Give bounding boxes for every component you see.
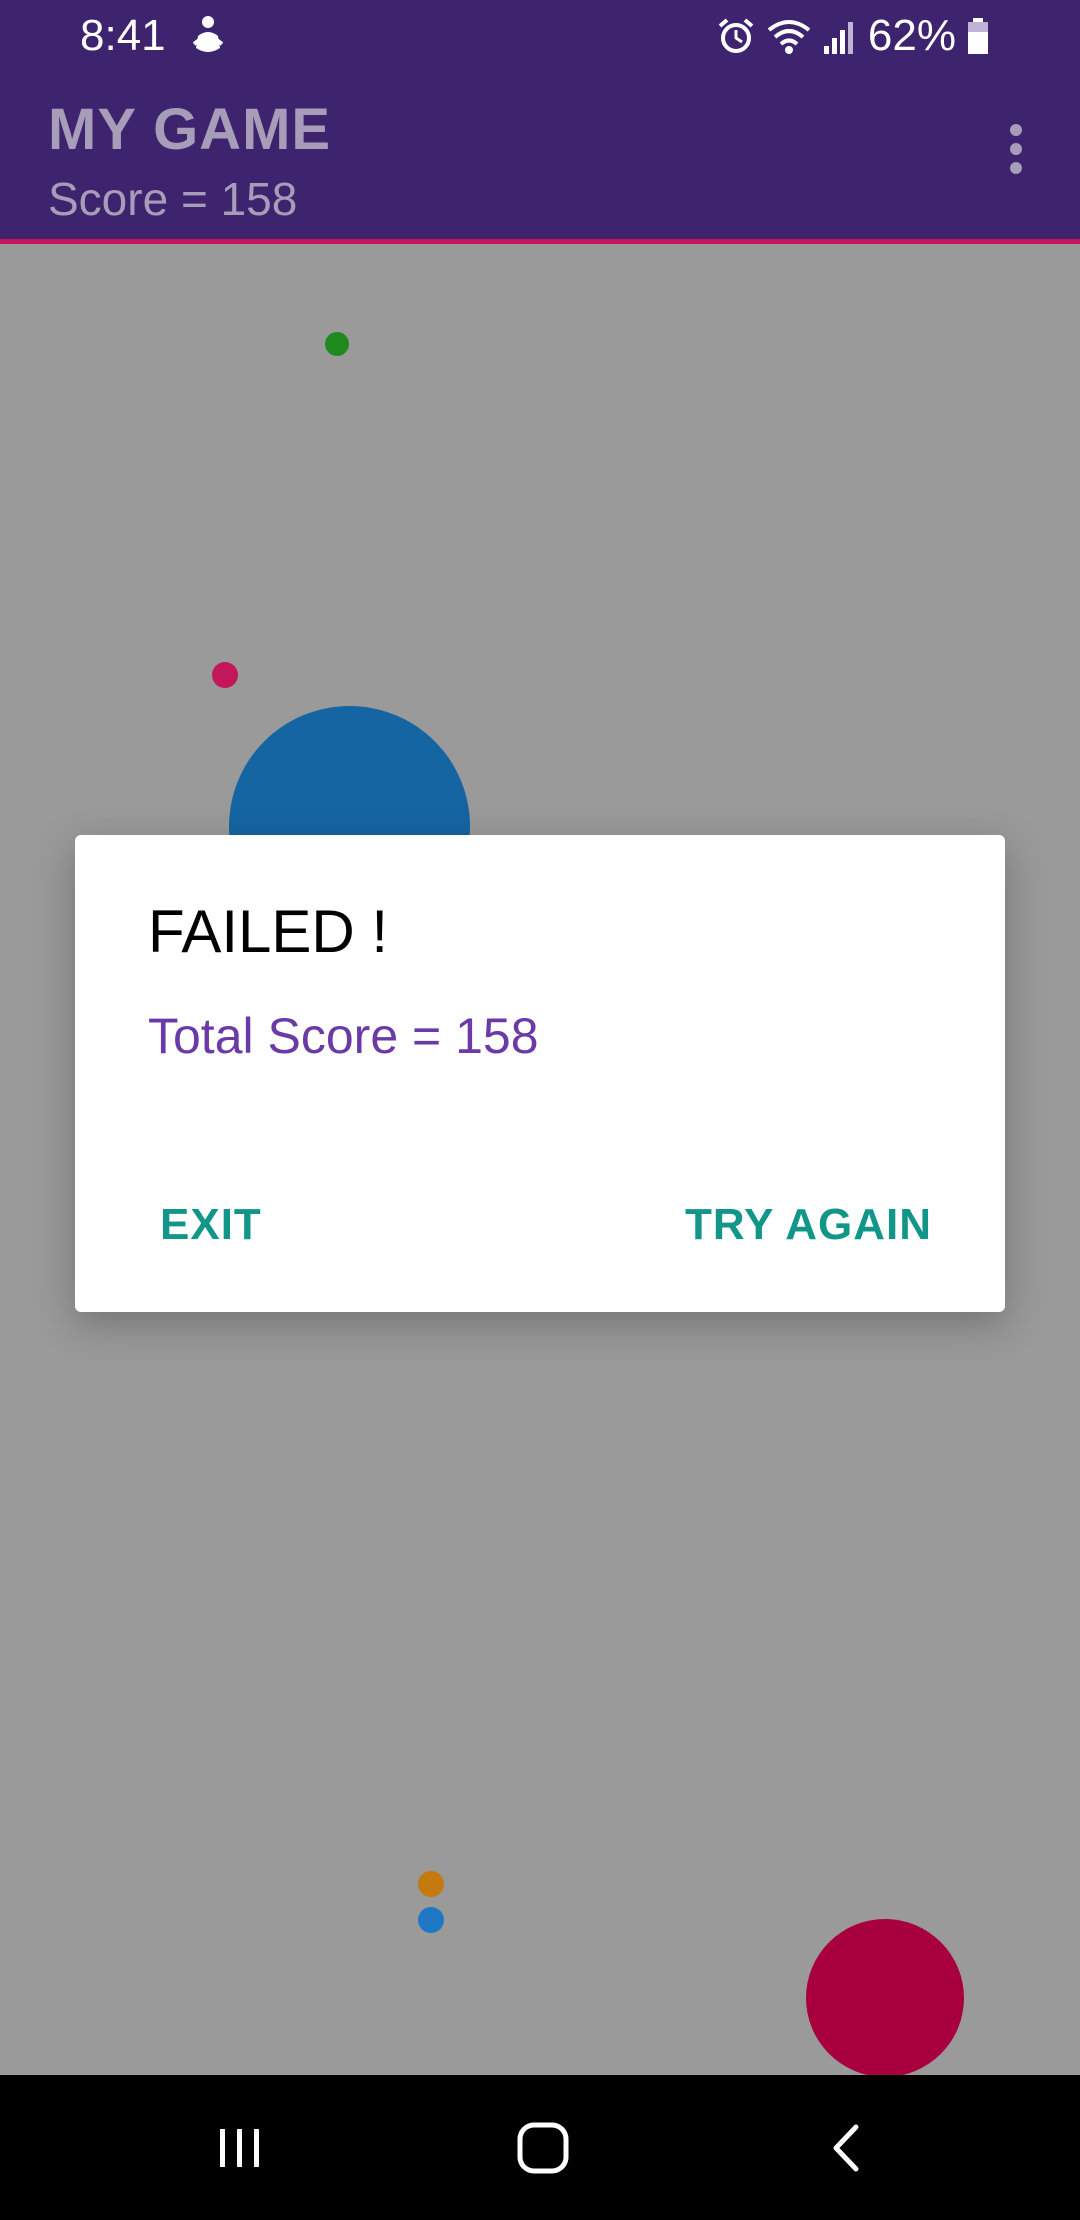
app-toolbar: MY GAME Score = 158: [0, 72, 1080, 244]
dialog-title: FAILED !: [148, 898, 389, 965]
app-title: MY GAME: [48, 97, 332, 162]
status-bar: 8:41 62%: [0, 0, 1080, 72]
home-icon[interactable]: [515, 2113, 571, 2183]
battery-icon: [968, 18, 988, 54]
overflow-menu-icon[interactable]: [992, 124, 1040, 188]
signal-icon: [823, 22, 853, 54]
total-score-message: Total Score = 158: [148, 1008, 539, 1064]
ball-blue-small: [418, 1907, 444, 1933]
ball-orange-small: [418, 1871, 444, 1897]
ball-pink-small: [212, 662, 238, 688]
battery-percent: 62%: [867, 11, 956, 60]
game-over-dialog: FAILED ! Total Score = 158 EXIT TRY AGAI…: [75, 835, 1005, 1312]
score-display: Score = 158: [48, 173, 298, 225]
try-again-button[interactable]: TRY AGAIN: [685, 1200, 932, 1250]
navigation-bar: [0, 2075, 1080, 2220]
back-icon[interactable]: [818, 2113, 874, 2183]
recent-apps-icon[interactable]: [212, 2113, 268, 2183]
status-right-group: 62%: [716, 10, 1000, 62]
exit-button[interactable]: EXIT: [160, 1200, 262, 1250]
ball-green: [325, 332, 349, 356]
wifi-icon: [767, 20, 811, 54]
alarm-icon: [718, 18, 754, 53]
status-time: 8:41: [80, 11, 166, 60]
person-notification-icon: [192, 16, 224, 52]
ball-crimson-large: [806, 1919, 964, 2075]
